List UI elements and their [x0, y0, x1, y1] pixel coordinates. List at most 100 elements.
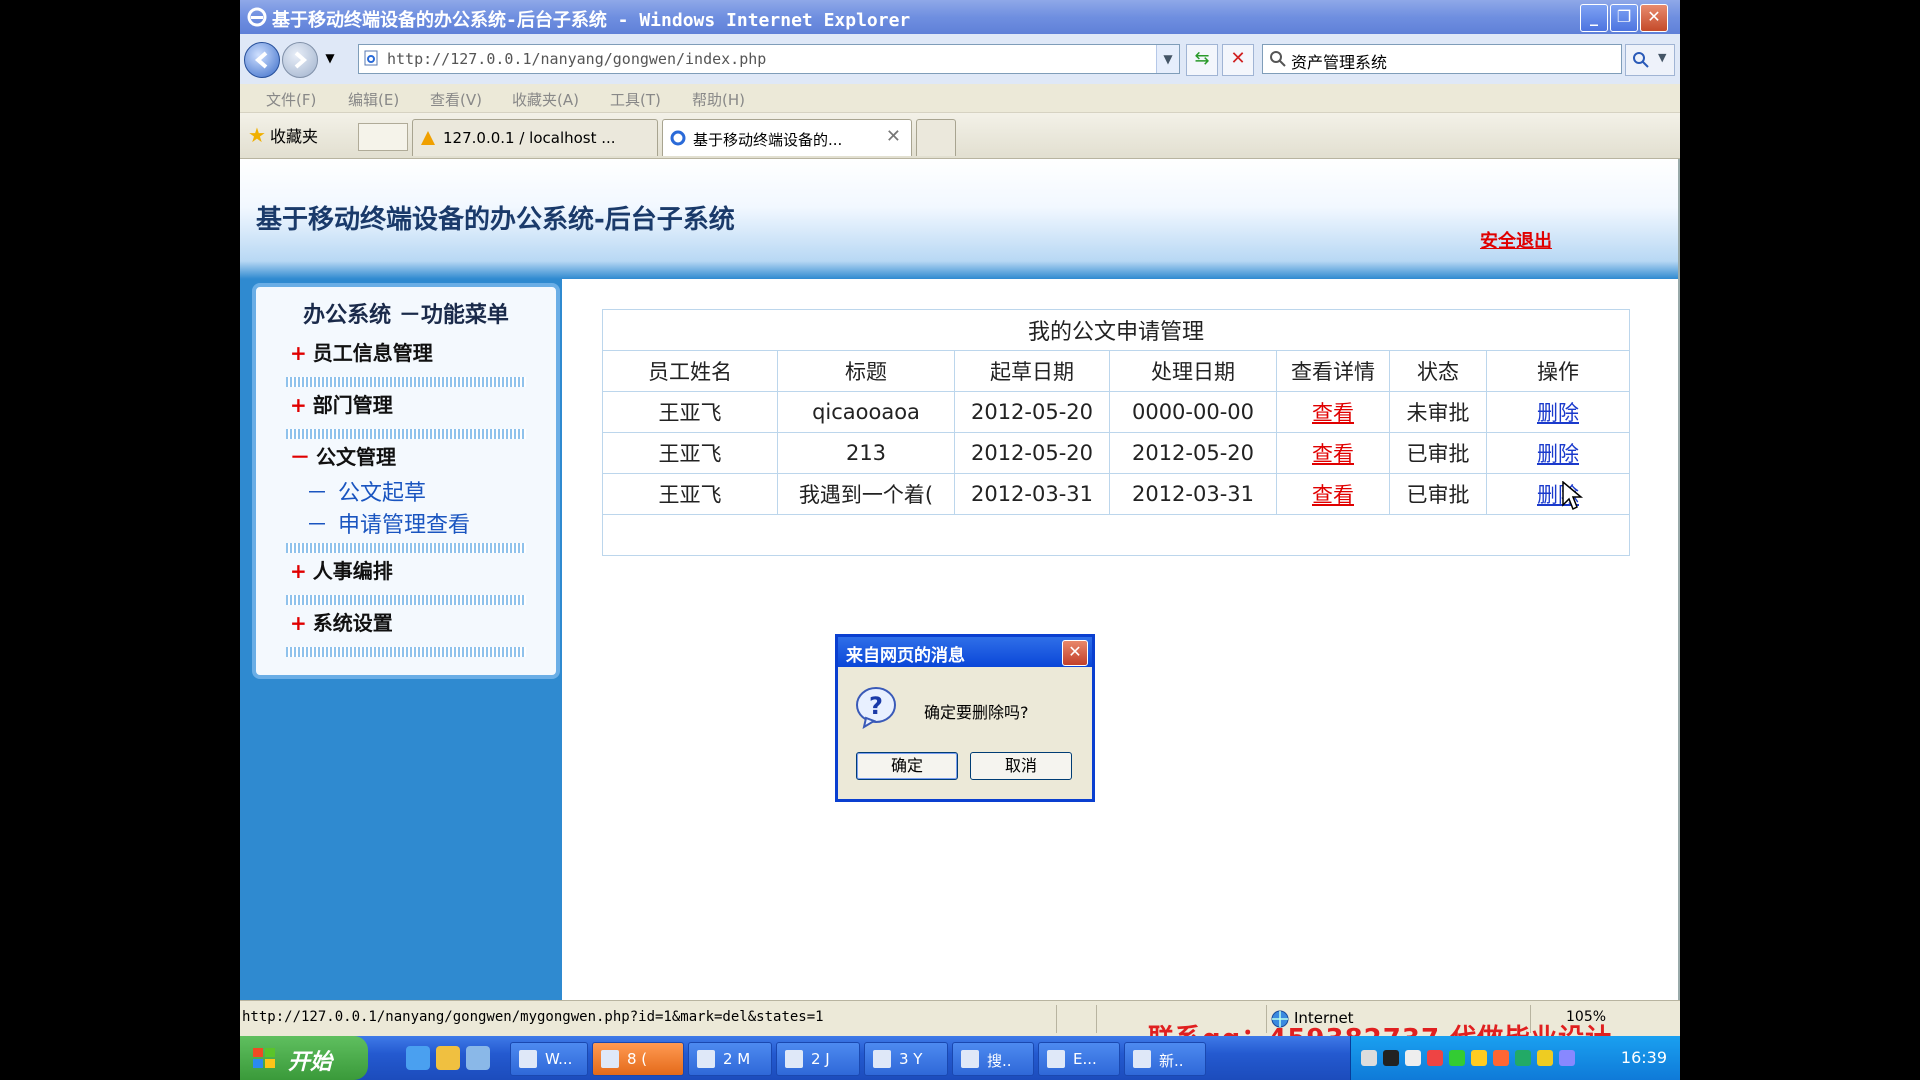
taskbar-button[interactable]: 2 J — [776, 1042, 860, 1076]
dialog-close-button[interactable]: ✕ — [1062, 640, 1088, 666]
windows-flag-icon — [253, 1048, 275, 1068]
col-header: 起草日期 — [954, 350, 1110, 392]
menu-file[interactable]: 文件(F) — [266, 89, 316, 110]
close-window-button[interactable]: ✕ — [1640, 4, 1668, 32]
document-table: 我的公文申请管理 员工姓名 标题 起草日期 处理日期 查看详情 状态 操作 王亚… — [602, 309, 1630, 556]
tray-icon[interactable] — [1493, 1050, 1509, 1066]
cell-title: 213 — [777, 432, 955, 474]
search-text: 资产管理系统 — [1291, 53, 1388, 72]
forward-button[interactable] — [282, 42, 318, 78]
taskbar-button[interactable]: 搜.. — [952, 1042, 1034, 1076]
back-button[interactable] — [244, 42, 280, 78]
status-url: http://127.0.0.1/nanyang/gongwen/mygongw… — [242, 1009, 824, 1025]
taskbar-label: W... — [545, 1050, 573, 1068]
restore-button[interactable]: ❐ — [1610, 4, 1638, 32]
table-caption: 我的公文申请管理 — [602, 309, 1630, 351]
folder-quicklaunch-icon[interactable] — [436, 1046, 460, 1070]
taskbar-button[interactable]: 新.. — [1124, 1042, 1206, 1076]
start-label: 开始 — [288, 1050, 333, 1075]
favorites-button[interactable]: ★ 收藏夹 — [248, 123, 318, 147]
cell-processed-date: 0000-00-00 — [1109, 391, 1277, 433]
view-link[interactable]: 查看 — [1312, 442, 1354, 466]
window-title: 基于移动终端设备的办公系统-后台子系统 - Windows Internet E… — [272, 10, 911, 31]
system-tray: 16:39 — [1350, 1036, 1680, 1080]
media-quicklaunch-icon[interactable] — [466, 1046, 490, 1070]
tab-bar: ★ 收藏夹 127.0.0.1 / localhost ... 基于移动终端设备的… — [240, 113, 1680, 159]
divider — [286, 647, 526, 657]
web-page: 基于移动终端设备的办公系统-后台子系统 安全退出 办公系统 －功能菜单 + 员工信… — [240, 159, 1680, 1000]
view-link[interactable]: 查看 — [1312, 401, 1354, 425]
search-button[interactable]: ▼ — [1625, 44, 1675, 76]
search-input[interactable]: 资产管理系统 — [1262, 44, 1622, 74]
menu-item-settings[interactable]: + 系统设置 — [290, 607, 393, 636]
dialog-title-bar: 来自网页的消息 ✕ — [838, 637, 1092, 667]
search-options-dropdown[interactable]: ▼ — [1658, 51, 1666, 64]
divider — [1096, 1005, 1097, 1033]
taskbar-button[interactable]: 3 Y — [864, 1042, 948, 1076]
menu-item-document[interactable]: －公文管理 — [290, 441, 396, 470]
taskbar-label: 2 J — [811, 1050, 830, 1068]
cell-view: 查看 — [1276, 391, 1390, 433]
tray-icon[interactable] — [1515, 1050, 1531, 1066]
menu-bar: 文件(F) 编辑(E) 查看(V) 收藏夹(A) 工具(T) 帮助(H) — [240, 84, 1680, 113]
page-icon — [364, 50, 378, 66]
menu-tools[interactable]: 工具(T) — [610, 89, 661, 110]
menu-item-label: 员工信息管理 — [312, 341, 433, 365]
stop-button[interactable]: ✕ — [1222, 44, 1254, 76]
tray-icon[interactable] — [1449, 1050, 1465, 1066]
start-button[interactable]: 开始 — [240, 1036, 368, 1080]
taskbar-button[interactable]: E... — [1038, 1042, 1120, 1076]
tray-icon[interactable] — [1471, 1050, 1487, 1066]
view-link[interactable]: 查看 — [1312, 483, 1354, 507]
ie-page-icon — [670, 130, 686, 146]
submenu-applications[interactable]: － 申请管理查看 — [306, 507, 470, 539]
tray-icon[interactable] — [1361, 1050, 1377, 1066]
menu-favorites[interactable]: 收藏夹(A) — [512, 89, 579, 110]
minimize-button[interactable]: _ — [1580, 4, 1608, 32]
tray-icon[interactable] — [1383, 1050, 1399, 1066]
divider — [286, 543, 526, 553]
tab-close-icon[interactable]: ✕ — [886, 126, 901, 147]
taskbar: 开始 W... 8 ( 2 M 2 J 3 Y 搜.. E... 新.. 16:… — [240, 1036, 1680, 1080]
quick-tabs-button[interactable] — [358, 123, 408, 151]
new-tab-button[interactable] — [916, 119, 956, 156]
menu-item-employee[interactable]: + 员工信息管理 — [290, 337, 433, 366]
page-title: 基于移动终端设备的办公系统-后台子系统 — [256, 205, 735, 235]
forward-arrow-icon — [294, 51, 308, 69]
menu-help[interactable]: 帮助(H) — [692, 89, 745, 110]
cell-title: qicaooaoa — [777, 391, 955, 433]
taskbar-button[interactable]: W... — [510, 1042, 588, 1076]
tray-icon[interactable] — [1427, 1050, 1443, 1066]
clock: 16:39 — [1620, 1048, 1667, 1067]
menu-item-label: 部门管理 — [312, 393, 393, 417]
logout-link[interactable]: 安全退出 — [1480, 227, 1552, 253]
tray-icon[interactable] — [1405, 1050, 1421, 1066]
taskbar-button[interactable]: 2 M — [688, 1042, 772, 1076]
submenu-draft[interactable]: － 公文起草 — [306, 475, 426, 507]
ok-button[interactable]: 确定 — [856, 752, 958, 780]
refresh-button[interactable]: ⇆ — [1186, 44, 1218, 76]
menu-item-hr[interactable]: + 人事编排 — [290, 555, 393, 584]
phpmyadmin-icon — [421, 131, 435, 145]
tray-icon[interactable] — [1537, 1050, 1553, 1066]
recent-pages-dropdown[interactable]: ▼ — [320, 44, 340, 74]
address-dropdown[interactable]: ▼ — [1156, 45, 1179, 73]
address-bar[interactable]: http://127.0.0.1/nanyang/gongwen/index.p… — [358, 44, 1180, 74]
function-menu: 办公系统 －功能菜单 + 员工信息管理 + 部门管理 －公文管理 －公文起草 －申请… — [252, 283, 560, 679]
menu-item-department[interactable]: + 部门管理 — [290, 389, 393, 418]
tray-icon[interactable] — [1559, 1050, 1575, 1066]
tab-office-system[interactable]: 基于移动终端设备的... ✕ — [662, 119, 912, 156]
tab-localhost[interactable]: 127.0.0.1 / localhost ... — [412, 119, 658, 156]
cell-name: 王亚飞 — [602, 432, 778, 474]
favorites-label: 收藏夹 — [269, 127, 318, 146]
cancel-button[interactable]: 取消 — [970, 752, 1072, 780]
menu-view[interactable]: 查看(V) — [430, 89, 482, 110]
delete-link[interactable]: 删除 — [1537, 442, 1579, 466]
cell-action: 删除 — [1486, 473, 1630, 515]
delete-link[interactable]: 删除 — [1537, 401, 1579, 425]
taskbar-button[interactable]: 8 ( — [592, 1042, 684, 1076]
table-row: 王亚飞 qicaooaoa 2012-05-20 0000-00-00 查看 未… — [602, 391, 1630, 433]
cell-action: 删除 — [1486, 391, 1630, 433]
ie-quicklaunch-icon[interactable] — [406, 1046, 430, 1070]
menu-edit[interactable]: 编辑(E) — [348, 89, 399, 110]
